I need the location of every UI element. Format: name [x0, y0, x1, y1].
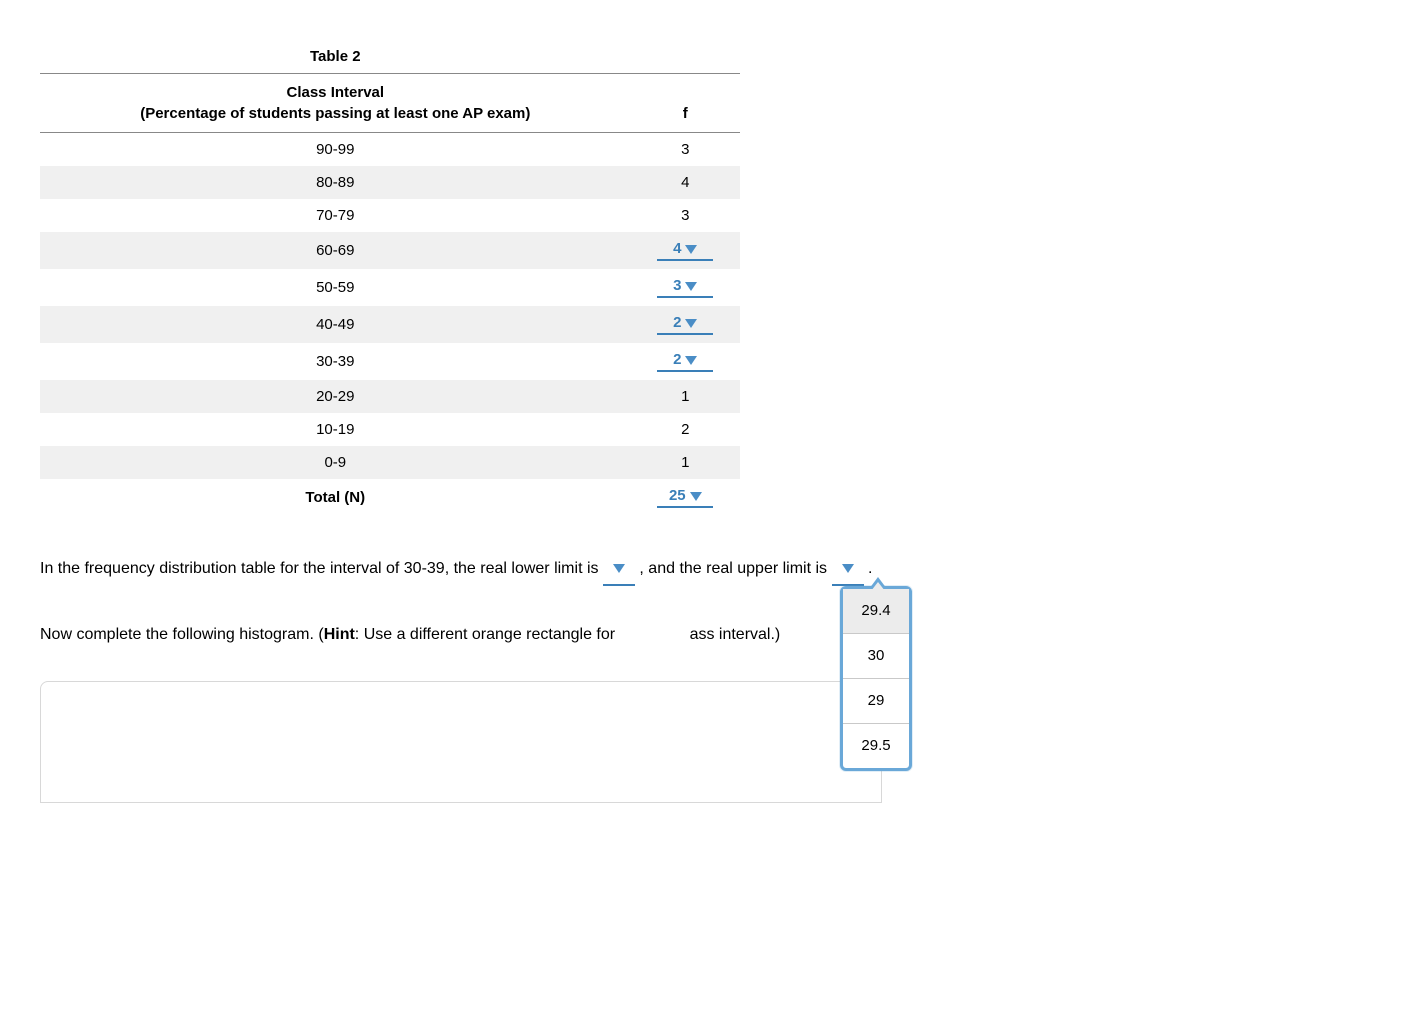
table-row: 60-69 4: [40, 232, 740, 269]
question-content: In the frequency distribution table for …: [40, 556, 1290, 803]
lower-limit-dropdown[interactable]: [603, 556, 635, 586]
interval-cell: 30-39: [40, 343, 631, 380]
col-header-class-interval: Class Interval (Percentage of students p…: [40, 74, 631, 133]
table-row: 70-793: [40, 199, 740, 232]
frequency-dropdown[interactable]: 3: [657, 277, 713, 298]
total-label: Total (N): [40, 479, 631, 516]
interval-cell: 40-49: [40, 306, 631, 343]
upper-limit-dropdown[interactable]: [832, 556, 864, 586]
table-row: 30-39 2: [40, 343, 740, 380]
frequency-dropdown[interactable]: 4: [657, 240, 713, 261]
interval-cell: 0-9: [40, 446, 631, 479]
col-header-f: f: [631, 74, 740, 133]
total-dropdown[interactable]: 25: [657, 487, 713, 508]
dropdown-option[interactable]: 29.4: [843, 589, 909, 634]
interval-cell: 90-99: [40, 133, 631, 167]
chevron-down-icon: [690, 492, 702, 501]
frequency-cell[interactable]: 2: [631, 306, 740, 343]
frequency-cell: 1: [631, 380, 740, 413]
lower-limit-options-popup: 29.4302929.5: [840, 586, 912, 771]
table-row: 40-49 2: [40, 306, 740, 343]
table-row: 20-291: [40, 380, 740, 413]
dropdown-option[interactable]: 30: [843, 634, 909, 679]
chevron-down-icon: [842, 564, 854, 573]
chevron-down-icon: [685, 282, 697, 291]
limits-sentence: In the frequency distribution table for …: [40, 556, 1290, 586]
histogram-canvas[interactable]: [40, 681, 882, 803]
dropdown-option[interactable]: 29: [843, 679, 909, 724]
frequency-dropdown[interactable]: 2: [657, 351, 713, 372]
frequency-cell: 2: [631, 413, 740, 446]
chevron-down-icon: [685, 245, 697, 254]
frequency-cell[interactable]: 3: [631, 269, 740, 306]
frequency-cell: 4: [631, 166, 740, 199]
table-row: 80-894: [40, 166, 740, 199]
frequency-cell: 1: [631, 446, 740, 479]
histogram-instruction: Now complete the following histogram. (H…: [40, 622, 1290, 648]
frequency-cell: 3: [631, 133, 740, 167]
table-row: 90-993: [40, 133, 740, 167]
interval-cell: 80-89: [40, 166, 631, 199]
dropdown-option[interactable]: 29.5: [843, 724, 909, 768]
table-row: 0-91: [40, 446, 740, 479]
frequency-table-container: Table 2 Class Interval (Percentage of st…: [40, 40, 740, 516]
frequency-cell[interactable]: 2: [631, 343, 740, 380]
interval-cell: 20-29: [40, 380, 631, 413]
interval-cell: 60-69: [40, 232, 631, 269]
chevron-down-icon: [685, 319, 697, 328]
table-title: Table 2: [40, 40, 631, 74]
frequency-table: Table 2 Class Interval (Percentage of st…: [40, 40, 740, 516]
interval-cell: 10-19: [40, 413, 631, 446]
table-row: 10-192: [40, 413, 740, 446]
frequency-dropdown[interactable]: 2: [657, 314, 713, 335]
chevron-down-icon: [685, 356, 697, 365]
frequency-cell: 3: [631, 199, 740, 232]
interval-cell: 70-79: [40, 199, 631, 232]
table-row: 50-59 3: [40, 269, 740, 306]
frequency-cell[interactable]: 4: [631, 232, 740, 269]
total-row: Total (N) 25: [40, 479, 740, 516]
interval-cell: 50-59: [40, 269, 631, 306]
chevron-down-icon: [613, 564, 625, 573]
total-value-cell[interactable]: 25: [631, 479, 740, 516]
